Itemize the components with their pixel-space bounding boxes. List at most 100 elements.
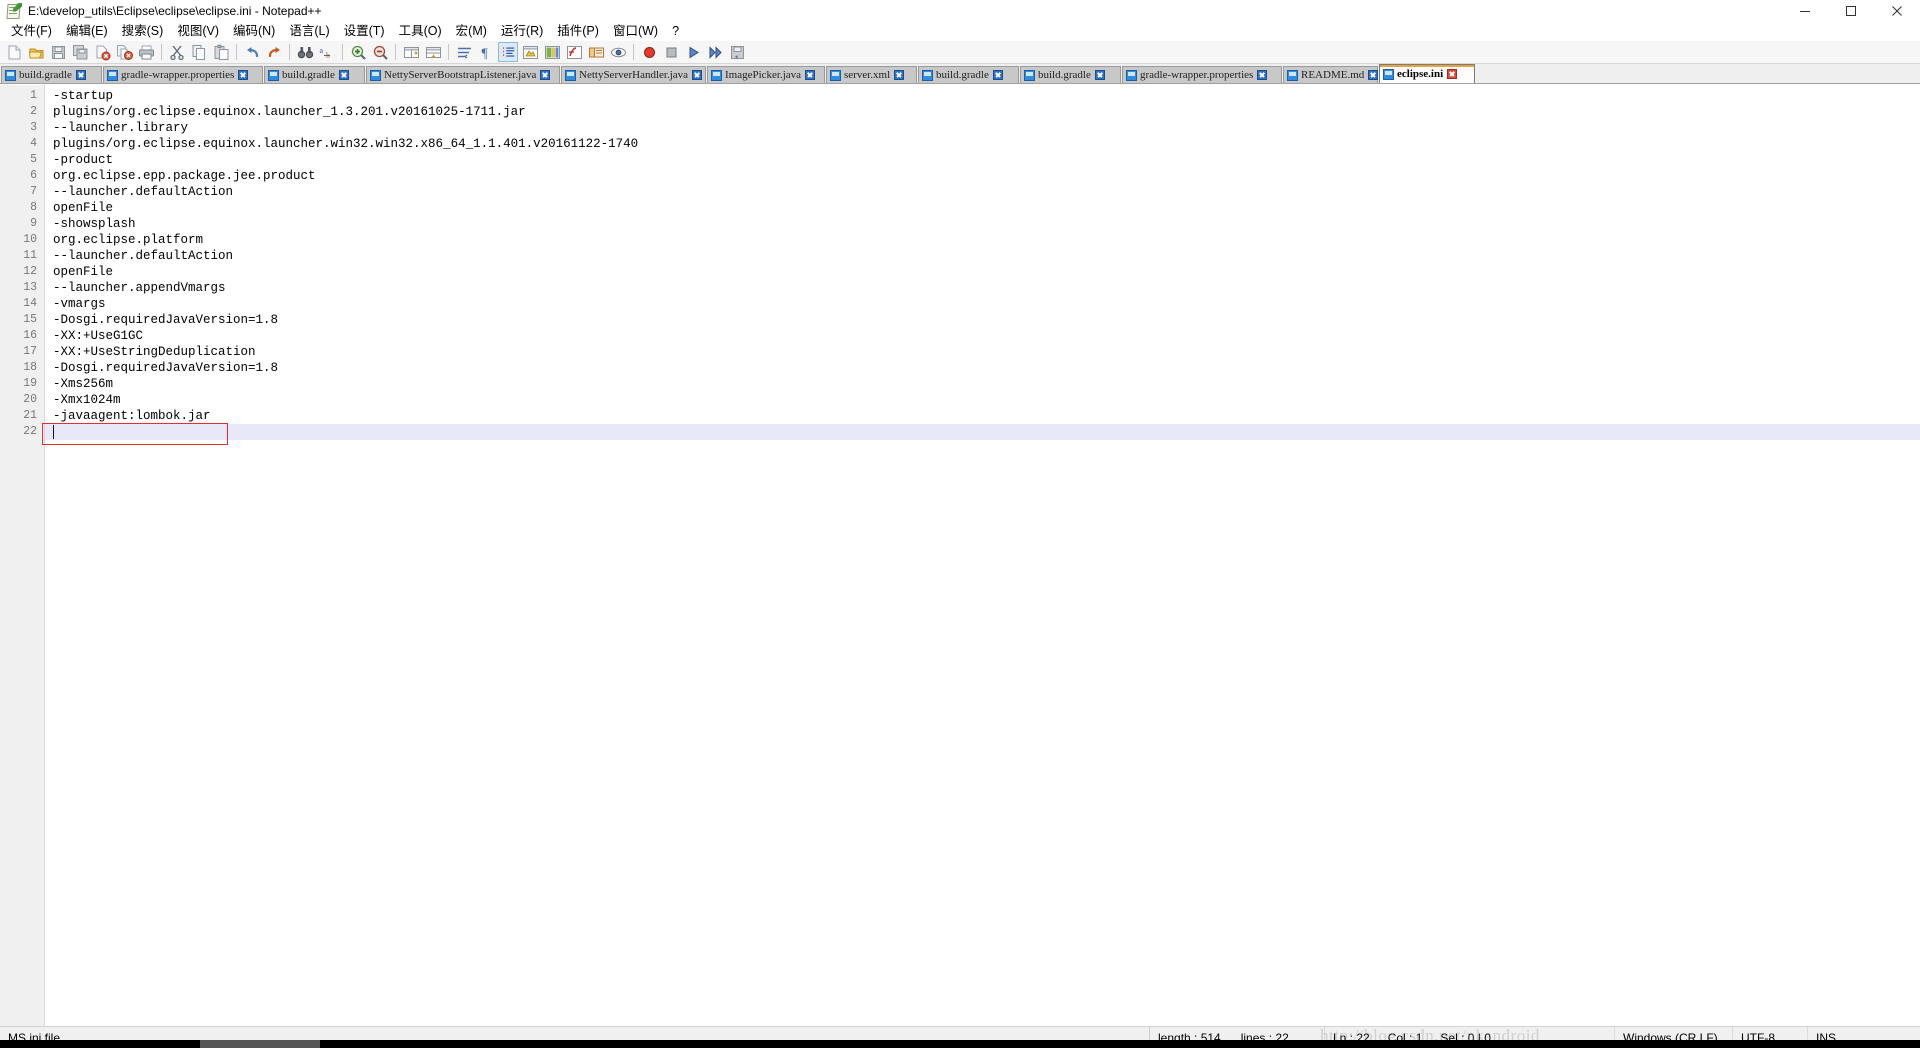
tab-close-icon[interactable] [894, 70, 905, 80]
tab-gradle-wrapper-properties-2[interactable]: gradle-wrapper.properties [1122, 66, 1282, 83]
line-number: 6 [30, 169, 37, 182]
menu-item-view[interactable]: 视图(V) [170, 22, 226, 41]
save-macro-icon[interactable] [727, 42, 747, 62]
menu-item-help[interactable]: ? [665, 22, 686, 41]
menu-item-run[interactable]: 运行(R) [494, 22, 550, 41]
word-wrap-icon[interactable] [454, 42, 474, 62]
folder-workspace-icon[interactable] [586, 42, 606, 62]
menu-item-file[interactable]: 文件(F) [4, 22, 59, 41]
line-number-gutter: 1 2 3 4 5 6 7 8 9 10 11 12 13 14 15 16 1… [0, 85, 45, 1026]
menu-item-plugins[interactable]: 插件(P) [550, 22, 606, 41]
tab-close-icon[interactable] [1094, 70, 1105, 80]
line-number: 21 [23, 409, 37, 422]
paste-icon[interactable] [211, 42, 231, 62]
play-triangle-icon[interactable] [683, 42, 703, 62]
tab-nettyserverbootstraplistener-java[interactable]: NettyServerBootstrapListener.java [366, 66, 560, 83]
line-number: 18 [23, 361, 37, 374]
binoculars-icon[interactable] [295, 42, 315, 62]
document-icon [711, 69, 722, 81]
tab-label: build.gradle [936, 69, 989, 81]
tab-close-icon[interactable] [75, 70, 86, 80]
menu-item-edit[interactable]: 编辑(E) [59, 22, 115, 41]
copy-icon[interactable] [189, 42, 209, 62]
minimize-button[interactable] [1782, 0, 1828, 21]
redo-arrow-icon[interactable] [264, 42, 284, 62]
stop-square-icon[interactable] [661, 42, 681, 62]
tab-label: gradle-wrapper.properties [1140, 69, 1254, 81]
undo-arrow-icon[interactable] [242, 42, 262, 62]
document-icon [565, 69, 576, 81]
tab-close-icon[interactable] [1368, 70, 1379, 80]
close-button[interactable] [1874, 0, 1920, 21]
function-list-icon[interactable] [564, 42, 584, 62]
open-folder-icon[interactable] [26, 42, 46, 62]
replace-icon[interactable]: a b [317, 42, 337, 62]
zoom-in-icon[interactable] [348, 42, 368, 62]
code-line: -product [53, 153, 114, 167]
notepad-plus-plus-icon [6, 2, 22, 19]
editor-area[interactable]: 1 2 3 4 5 6 7 8 9 10 11 12 13 14 15 16 1… [0, 84, 1920, 1026]
tab-close-icon[interactable] [805, 70, 816, 80]
document-icon [1024, 69, 1035, 81]
tab-close-icon[interactable] [338, 70, 349, 80]
menu-item-search[interactable]: 搜索(S) [115, 22, 171, 41]
document-icon [1287, 69, 1298, 81]
tab-build-gradle-4[interactable]: build.gradle [1020, 66, 1121, 83]
menu-item-window[interactable]: 窗口(W) [606, 22, 665, 41]
zoom-out-icon[interactable] [370, 42, 390, 62]
code-line: plugins/org.eclipse.equinox.launcher_1.3… [53, 105, 526, 119]
menu-item-language[interactable]: 语言(L) [282, 22, 336, 41]
record-circle-icon[interactable] [639, 42, 659, 62]
code-line: org.eclipse.epp.package.jee.product [53, 169, 316, 183]
pilcrow-icon[interactable]: ¶ [476, 42, 496, 62]
tab-close-icon[interactable] [992, 70, 1003, 80]
close-document-icon[interactable] [92, 42, 112, 62]
printer-icon[interactable] [136, 42, 156, 62]
tab-gradle-wrapper-properties-1[interactable]: gradle-wrapper.properties [103, 66, 263, 83]
save-all-icon[interactable] [70, 42, 90, 62]
menu-bar: 文件(F) 编辑(E) 搜索(S) 视图(V) 编码(N) 语言(L) 设置(T… [0, 22, 1920, 41]
tab-close-icon[interactable] [1447, 69, 1458, 79]
tab-close-icon[interactable] [238, 70, 249, 80]
tab-build-gradle-1[interactable]: build.gradle [1, 66, 102, 83]
tab-label: eclipse.ini [1397, 68, 1444, 80]
tab-eclipse-ini[interactable]: eclipse.ini [1379, 64, 1475, 83]
sync-vertical-icon[interactable] [401, 42, 421, 62]
sync-horizontal-icon[interactable] [423, 42, 443, 62]
tab-nettyserverhandler-java[interactable]: NettyServerHandler.java [561, 66, 706, 83]
maximize-button[interactable] [1828, 0, 1874, 21]
menu-item-settings[interactable]: 设置(T) [337, 22, 392, 41]
code-line: --launcher.defaultAction [53, 249, 234, 263]
user-language-icon[interactable] [520, 42, 540, 62]
tab-server-xml[interactable]: server.xml [826, 66, 917, 83]
document-icon [370, 69, 381, 81]
new-document-icon[interactable] [4, 42, 24, 62]
tab-build-gradle-3[interactable]: build.gradle [918, 66, 1019, 83]
code-line: -Dosgi.requiredJavaVersion=1.8 [53, 313, 279, 327]
code-text-area[interactable]: -startup plugins/org.eclipse.equinox.lau… [45, 85, 1920, 1026]
code-line: -startup [53, 89, 114, 103]
notepad-plus-plus-window: E:\develop_utils\Eclipse\eclipse\eclipse… [0, 0, 1920, 1048]
eye-monitor-icon[interactable] [608, 42, 628, 62]
tab-close-icon[interactable] [540, 70, 551, 80]
code-line: -Xmx1024m [53, 393, 121, 407]
code-line: --launcher.appendVmargs [53, 281, 226, 295]
floppy-save-icon[interactable] [48, 42, 68, 62]
menu-item-macro[interactable]: 宏(M) [449, 22, 494, 41]
tab-label: server.xml [844, 69, 891, 81]
close-all-documents-icon[interactable] [114, 42, 134, 62]
indent-guide-icon[interactable] [498, 42, 518, 62]
menu-item-tools[interactable]: 工具(O) [392, 22, 449, 41]
tab-close-icon[interactable] [692, 70, 703, 80]
tab-readme-md[interactable]: README.md [1283, 66, 1379, 83]
tab-build-gradle-2[interactable]: build.gradle [264, 66, 365, 83]
code-line: -javaagent:lombok.jar [53, 409, 211, 423]
document-map-icon[interactable] [542, 42, 562, 62]
code-line: -XX:+UseStringDeduplication [53, 345, 256, 359]
scissors-icon[interactable] [167, 42, 187, 62]
code-line: --launcher.defaultAction [53, 185, 234, 199]
tab-close-icon[interactable] [1257, 70, 1268, 80]
menu-item-encoding[interactable]: 编码(N) [226, 22, 282, 41]
tab-imagepicker-java[interactable]: ImagePicker.java [707, 66, 825, 83]
playback-multiple-icon[interactable] [705, 42, 725, 62]
